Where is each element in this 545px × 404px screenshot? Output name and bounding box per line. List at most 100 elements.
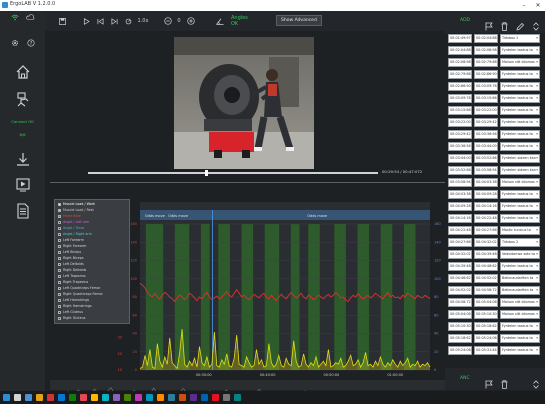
legend-item[interactable]: Left Hamstrings: [58, 298, 89, 303]
segment-row[interactable]: 00:05:10:30 00:05:18:62 Fyrdelen taskus ta…: [448, 322, 543, 331]
segment-end[interactable]: 00:04:39:48: [474, 250, 498, 259]
add-segment-button[interactable]: ADD: [460, 18, 470, 23]
app-icon-14[interactable]: [190, 394, 197, 401]
show-advanced-button[interactable]: Show Advanced: [276, 15, 322, 26]
segment-row[interactable]: 00:03:22:00 00:03:29:42 Fyrdelen taskus ta…: [448, 118, 543, 127]
legend-checkbox[interactable]: [58, 298, 61, 302]
legend-item[interactable]: Angle / Torso: [58, 226, 84, 231]
document-icon[interactable]: [0, 203, 45, 219]
segment-task-select[interactable]: Fyrdelen taskus ta ▾: [500, 190, 540, 199]
segment-end[interactable]: 00:04:32:02: [474, 238, 498, 247]
legend-checkbox[interactable]: [58, 238, 61, 242]
segment-task-select[interactable]: Fyrdelen taskus ta ▾: [500, 118, 540, 127]
close-button[interactable]: ✕: [531, 0, 545, 11]
segment-end[interactable]: 00:04:58:72: [474, 286, 498, 295]
segment-task-select[interactable]: Fyrdelen taskus ta ▾: [500, 262, 540, 271]
segment-start[interactable]: 00:02:04:88: [448, 46, 472, 55]
segment-row[interactable]: 00:03:36:56 00:03:44:00 Fyrdelen taskus ta…: [448, 142, 543, 151]
segment-start[interactable]: 00:05:18:62: [448, 334, 472, 343]
legend-item[interactable]: Muscle Load / Work: [58, 202, 95, 207]
legend-checkbox[interactable]: [58, 250, 61, 254]
legend-item[interactable]: Right Biceps: [58, 256, 84, 261]
segment-row[interactable]: 00:03:15:66 00:03:22:00 Fyrdelen taskus ta…: [448, 106, 543, 115]
app-icon-10[interactable]: [146, 394, 153, 401]
legend-item[interactable]: Right Trapezius: [58, 280, 88, 285]
save-icon[interactable]: [57, 15, 67, 27]
segment-row[interactable]: 00:04:52:02 00:04:58:72 Bellecaudarften ta…: [448, 286, 543, 295]
app-icon-6[interactable]: [102, 394, 109, 401]
legend-item[interactable]: Angle / Left arm: [58, 220, 89, 225]
play-icon[interactable]: [81, 15, 91, 27]
segment-end[interactable]: 00:04:46:62: [474, 262, 498, 271]
legend-item[interactable]: Heart Rate: [58, 214, 81, 219]
legend-item[interactable]: Left Biceps: [58, 250, 81, 255]
playback-speed[interactable]: 1.0x: [136, 15, 150, 27]
legend-item[interactable]: Right Deltoids: [58, 268, 86, 273]
segment-task-select[interactable]: Fyrdelen taskus ta ▾: [500, 202, 540, 211]
video-icon[interactable]: [0, 178, 45, 192]
legend-checkbox[interactable]: [58, 268, 61, 272]
app-icon-8[interactable]: [124, 394, 131, 401]
segment-task-select[interactable]: Fyrdelen sideen kan ▾: [500, 166, 540, 175]
legend-checkbox[interactable]: [58, 226, 61, 230]
segment-row[interactable]: 00:04:46:62 00:04:52:02 Bellecaudarften ta…: [448, 274, 543, 283]
segment-task-select[interactable]: Fyrdelen taskus ta ▾: [500, 70, 540, 79]
anc-button[interactable]: ANC: [460, 376, 470, 381]
segment-task-select[interactable]: Vedsidamse side ta ▾: [500, 250, 540, 259]
legend-item[interactable]: Left Gluteus: [58, 310, 83, 315]
legend-item[interactable]: Right Quadriceps Femor: [58, 292, 103, 297]
segment-task-select[interactable]: Bellecaudarften ta ▾: [500, 274, 540, 283]
legend-checkbox[interactable]: [58, 202, 61, 206]
speed-icon[interactable]: [123, 15, 133, 27]
segment-start[interactable]: 00:04:39:48: [448, 262, 472, 271]
start-icon[interactable]: [3, 394, 10, 401]
segment-row[interactable]: 00:04:58:72 00:05:04:08 Maison sitt idioma…: [448, 298, 543, 307]
segment-start[interactable]: 00:03:44:00: [448, 154, 472, 163]
sort-icon[interactable]: [533, 16, 539, 35]
help-icon[interactable]: ?: [8, 39, 53, 47]
segment-start[interactable]: 00:04:46:62: [448, 274, 472, 283]
app-icon-7[interactable]: [113, 394, 120, 401]
segment-start[interactable]: 00:02:79:68: [448, 70, 472, 79]
segment-start[interactable]: 00:04:09:28: [448, 202, 472, 211]
app-icon-12[interactable]: [168, 394, 175, 401]
segment-start[interactable]: 00:02:86:90: [448, 82, 472, 91]
minimize-button[interactable]: –: [517, 0, 531, 11]
legend-checkbox[interactable]: [58, 286, 61, 290]
app-icon-9[interactable]: [135, 394, 142, 401]
segment-end[interactable]: 00:05:31:44: [474, 346, 498, 355]
segment-task-select[interactable]: Fyrdelen taskus ta ▾: [500, 106, 540, 115]
video-timeline-slider[interactable]: [88, 170, 378, 176]
legend-item[interactable]: Angle / Right arm: [58, 232, 92, 237]
timeline-overview[interactable]: [50, 380, 445, 395]
segment-end[interactable]: 00:03:29:42: [474, 118, 498, 127]
segment-start[interactable]: 00:03:15:66: [448, 106, 472, 115]
segment-end[interactable]: 00:04:09:28: [474, 190, 498, 199]
legend-checkbox[interactable]: [58, 256, 61, 260]
segment-task-select[interactable]: Tidsbox 1 ▾: [500, 34, 540, 43]
segment-row[interactable]: 00:04:14:16 00:04:22:48 Fyrdelen taskus ta…: [448, 214, 543, 223]
app-icon-5[interactable]: [91, 394, 98, 401]
segment-task-select[interactable]: Mastic tunicus ta ▾: [500, 226, 540, 235]
legend-item[interactable]: Left Quadriceps Femor: [58, 286, 100, 291]
segment-start[interactable]: 00:04:58:72: [448, 298, 472, 307]
segment-start[interactable]: 00:05:24:08: [448, 346, 472, 355]
segment-row[interactable]: 00:04:32:02 00:04:39:48 Vedsidamse side ta…: [448, 250, 543, 259]
segment-start[interactable]: 00:04:32:02: [448, 250, 472, 259]
segment-start[interactable]: 00:03:52:66: [448, 166, 472, 175]
delete-icon[interactable]: [501, 16, 508, 35]
legend-checkbox[interactable]: [58, 316, 61, 320]
segment-end[interactable]: 00:04:14:16: [474, 202, 498, 211]
segment-task-select[interactable]: Maison sitt idiomas ▾: [500, 58, 540, 67]
segment-start[interactable]: 00:04:52:02: [448, 286, 472, 295]
segment-end[interactable]: 00:03:44:00: [474, 142, 498, 151]
legend-checkbox[interactable]: [58, 208, 61, 212]
segment-start[interactable]: 00:03:09:78: [448, 94, 472, 103]
segment-row[interactable]: 00:02:08:98 00:02:79:68 Maison sitt idioma…: [448, 58, 543, 67]
segment-start[interactable]: 00:03:22:00: [448, 118, 472, 127]
segment-start[interactable]: 00:03:36:56: [448, 142, 472, 151]
segment-start[interactable]: 00:04:22:48: [448, 226, 472, 235]
segment-row[interactable]: 00:02:04:88 00:02:08:98 Fyrdelen taskus ta…: [448, 46, 543, 55]
explorer-icon[interactable]: [36, 394, 43, 401]
app-icon-11[interactable]: [157, 394, 164, 401]
